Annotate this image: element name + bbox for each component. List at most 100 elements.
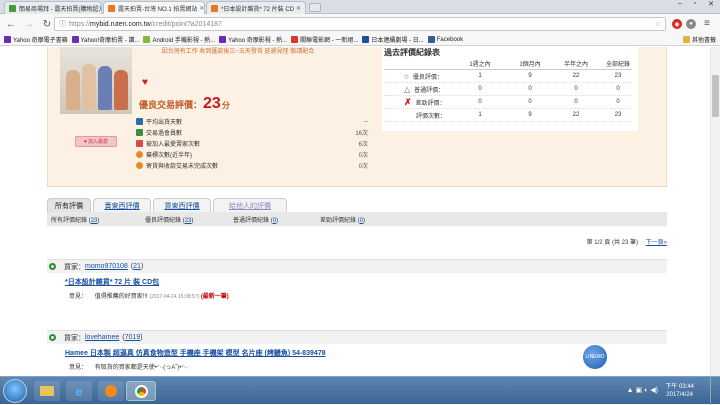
close-window-icon[interactable]: ✕ [708,0,714,12]
next-page-link[interactable]: 下一頁» [646,240,667,246]
bookmark-label: 日本連續劇場 - 日... [371,38,424,44]
system-tray[interactable]: ▲ ▣ ◐ ◀) [627,386,658,394]
subtab-count[interactable]: 0 [360,218,363,224]
media-player-icon[interactable] [98,381,124,401]
item-link[interactable]: *日本設計雜貨* 72 片 裝 CD包 [65,277,159,287]
bookmark-item[interactable]: Android 手機影視 - 熱... [143,35,215,44]
cell: 1 [478,112,482,118]
subtab-neutral[interactable]: 普通評價紀錄 (0) [233,215,278,224]
bookmark-icon [427,36,435,43]
buyer-link[interactable]: momo970108 [85,263,128,270]
stat-value: 16次 [355,131,368,137]
tab-given-feedback[interactable]: 給他人的評價 [213,198,287,212]
table-row: △ 普通評價： 0 0 0 0 [384,83,632,96]
heart-small-icon: ♥ [84,138,87,145]
cell: 0 [616,99,620,105]
cell: 9 [528,112,532,118]
bookmark-item[interactable]: 關聯電影網 - 一新絕... [291,35,358,44]
buyer-score-link[interactable]: 7019 [125,334,141,341]
seller-notice: 因台灣有工作 收到匯款後三~五天發貨 延遲見怪 敬請配合 [161,49,315,55]
ie-icon[interactable]: e [66,381,92,401]
stat-label: 棄標次數(近半年) [146,153,192,159]
stat-label: 平均出貨天數 [146,120,183,126]
new-tab-button[interactable] [309,3,321,12]
minimize-icon[interactable]: – [678,0,682,12]
subtab-count[interactable]: 0 [273,218,276,224]
good-circle-icon [49,263,56,270]
stat-row: 寄貨與收款交易未完成次數 0次 [136,160,368,171]
browser-tab[interactable]: 露天拍賣-台灣 NO.1 拍賣網站 ✕ [103,1,205,15]
bookmark-item[interactable]: Facebook [427,36,463,43]
subtab-all[interactable]: 所有評價紀錄 (23) [51,215,99,224]
bookmark-item[interactable]: 日本連續劇場 - 日... [362,35,424,44]
taskbar-clock[interactable]: 下午 03:44 2017/4/24 [665,383,694,399]
bookmark-icon [219,36,227,43]
bookmark-icon [291,36,299,43]
cell: 0 [528,86,532,92]
bookmark-icon [362,36,370,43]
maximize-icon[interactable]: ▫ [694,0,696,12]
buyer-score-link[interactable]: 21 [133,263,141,270]
star-icon[interactable]: ☆ [655,20,661,28]
comment-label: 意見： [69,365,88,371]
subtab-label: 優良評價紀錄 [145,217,182,224]
stat-value: -- [364,118,368,125]
forward-icon[interactable]: → [22,17,36,31]
browser-tab[interactable]: 簡易商場拜 - 露天拍賣(購物超方便) ✕ [4,1,102,14]
subtab-count[interactable]: 23 [91,218,98,224]
table-header: 1週之內 1個月內 半年之內 全部紀錄 [384,57,632,70]
explorer-icon[interactable] [34,381,60,401]
close-tab-icon[interactable]: ✕ [294,5,301,12]
bookmark-item[interactable]: Yahoo!奇摩拍賣 - 讚... [71,35,139,44]
other-bookmarks[interactable]: 其他書籤 [682,35,716,44]
address-bar[interactable]: ⓘ https:// mybid.ruten.com.tw /credit/po… [54,17,666,31]
score-value: 23 [203,95,221,112]
members-icon [136,129,143,136]
tab-title: 露天拍賣-台灣 NO.1 拍賣網站 [118,7,198,13]
browser-tab[interactable]: *日本設計雜貨* 72 片裝 CD ✕ [206,1,306,14]
subtab-bad[interactable]: 差勁評價紀錄 (0) [320,215,365,224]
tab-selling-feedback[interactable]: 賣東西評價 [93,198,151,212]
clock-time: 下午 03:44 [665,384,694,390]
stat-row: 被加入最愛賣家次數 6次 [136,138,368,149]
stat-row: 棄標次數(近半年) 0次 [136,149,368,160]
buyer-label: 買家： [64,263,85,271]
cell: 0 [478,99,482,105]
cell: 0 [478,86,482,92]
floating-chat-badge[interactable]: LINEMO [582,344,608,370]
stat-value: 6次 [358,142,368,148]
add-favorite-button[interactable]: ♥ 加入最愛 [75,136,117,147]
tab-all-feedback[interactable]: 所有評價 [47,198,91,212]
stat-label: 交易過會員數 [146,131,183,137]
reload-icon[interactable]: ↻ [40,17,54,31]
show-desktop-button[interactable] [710,377,720,405]
figure-image [98,66,112,110]
start-button[interactable] [3,379,27,403]
neutral-triangle-icon: △ [404,84,411,94]
cell: 0 [616,86,620,92]
extension-icon[interactable]: ● [686,19,696,29]
tab-buying-feedback[interactable]: 買東西評價 [153,198,211,212]
subtab-good[interactable]: 優良評價紀錄 (23) [145,215,193,224]
bookmark-icon [71,36,79,43]
back-icon[interactable]: ← [4,17,18,31]
adblock-icon[interactable]: ◉ [672,19,682,29]
scrollbar-thumb[interactable] [712,75,719,117]
bookmark-item[interactable]: Yahoo 奇摩影視 - 熱... [219,35,287,44]
cell: 22 [572,112,580,118]
table-row: 評價次數： 1 9 22 23 [384,109,632,122]
column-header: 1週之內 [469,61,491,68]
url-path: /credit/point?a2014187 [150,20,222,28]
lock-icon: ⓘ [59,21,66,28]
subtab-count[interactable]: 23 [185,218,192,224]
menu-icon[interactable]: ≡ [704,18,710,29]
seller-score: 優良交易評價： 23 分 [139,95,230,113]
item-link[interactable]: Hamee 日本製 超逼真 仿真食物造型 手機座 手機架 模型 名片座 (烤鰻魚… [65,348,326,358]
stat-label: 被加入最愛賣家次數 [146,142,201,148]
bookmark-item[interactable]: Yahoo 奇摩電子書箱 [4,35,68,44]
cell: 0 [574,99,578,105]
close-tab-icon[interactable]: ✕ [197,5,204,12]
buyer-link[interactable]: lovehamee [85,334,119,341]
chrome-icon[interactable] [126,381,156,401]
row-label: 普通評價： [414,87,445,94]
